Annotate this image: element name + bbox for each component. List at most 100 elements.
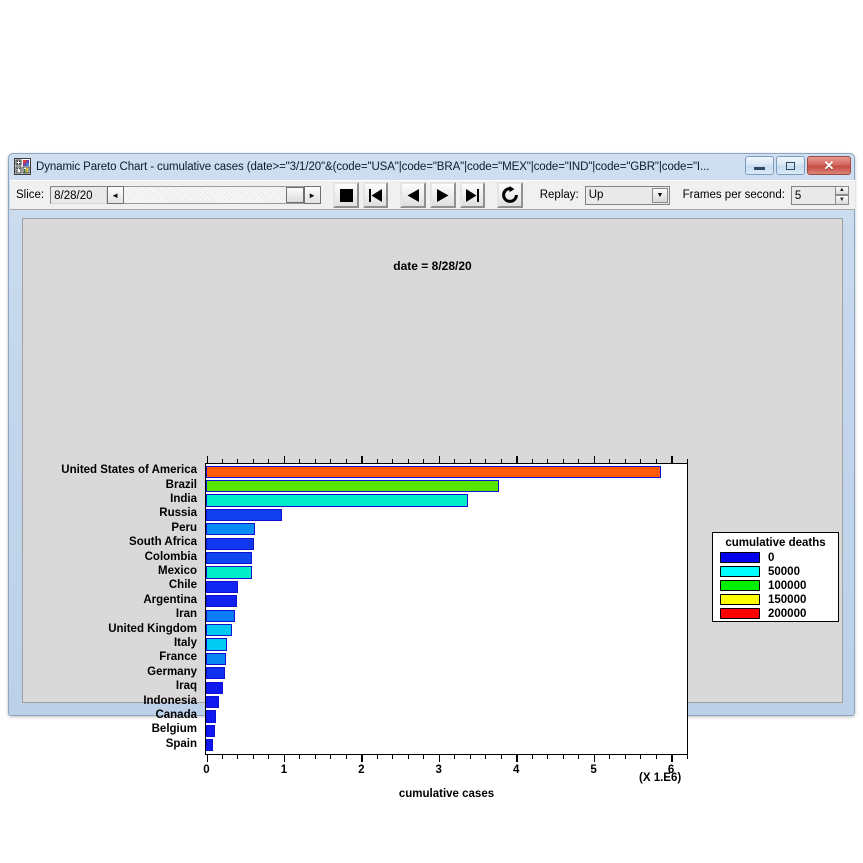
category-label: Italy	[174, 637, 197, 649]
loop-button[interactable]	[497, 182, 523, 208]
x-tick-minor	[485, 755, 486, 759]
play-button[interactable]	[430, 182, 456, 208]
last-frame-button[interactable]	[460, 182, 486, 208]
x-top-tick-minor	[253, 459, 254, 463]
chevron-down-icon[interactable]: ▼	[652, 188, 668, 203]
first-frame-button[interactable]	[363, 182, 389, 208]
category-label: Colombia	[145, 551, 197, 563]
bar[interactable]	[206, 710, 216, 722]
bar[interactable]	[206, 682, 223, 694]
slice-scroll-right-button[interactable]: ►	[304, 186, 321, 204]
bar[interactable]	[206, 581, 238, 593]
x-top-tick-major	[439, 456, 441, 463]
previous-frame-button[interactable]	[400, 182, 426, 208]
legend-swatch	[720, 552, 760, 563]
x-tick-minor	[563, 755, 564, 759]
x-tick-minor	[408, 755, 409, 759]
x-top-tick-minor	[237, 459, 238, 463]
slice-scroll-track[interactable]	[124, 186, 304, 204]
bar[interactable]	[206, 624, 232, 636]
legend-label: 150000	[768, 594, 806, 606]
bar[interactable]	[206, 466, 661, 478]
play-forward-icon	[434, 187, 451, 204]
x-tick-major	[671, 755, 673, 762]
legend-swatch	[720, 566, 760, 577]
bar[interactable]	[206, 638, 227, 650]
category-label: India	[170, 493, 197, 505]
bar[interactable]	[206, 552, 252, 564]
bar[interactable]	[206, 494, 468, 506]
x-top-tick-minor	[222, 459, 223, 463]
x-tick-major	[361, 755, 363, 762]
x-top-tick-minor	[470, 459, 471, 463]
x-top-tick-major	[207, 456, 209, 463]
category-label: Germany	[147, 666, 197, 678]
close-icon: ✕	[824, 159, 835, 172]
x-axis-multiplier-note: (X 1.E6)	[639, 772, 681, 784]
x-top-tick-minor	[609, 459, 610, 463]
x-top-tick-minor	[299, 459, 300, 463]
minimize-icon	[754, 167, 765, 170]
replay-label: Replay:	[540, 189, 579, 201]
x-top-tick-minor	[532, 459, 533, 463]
title-bar[interactable]: Dynamic Pareto Chart - cumulative cases …	[9, 154, 854, 179]
x-top-tick-minor	[423, 459, 424, 463]
bar[interactable]	[206, 610, 235, 622]
screenshot-root: Dynamic Pareto Chart - cumulative cases …	[0, 0, 863, 863]
bar[interactable]	[206, 653, 226, 665]
minimize-button[interactable]	[745, 156, 774, 175]
legend-title: cumulative deaths	[713, 537, 838, 549]
fps-stepper-down[interactable]: ▼	[835, 195, 849, 205]
x-top-tick-minor	[563, 459, 564, 463]
slice-scroll-thumb[interactable]	[286, 187, 304, 203]
x-tick-label: 0	[203, 764, 209, 776]
fps-input[interactable]: 5	[791, 186, 835, 205]
x-top-tick-major	[516, 456, 518, 463]
bar[interactable]	[206, 480, 499, 492]
x-tick-minor	[578, 755, 579, 759]
chart-title: date = 8/28/20	[23, 259, 842, 273]
close-button[interactable]: ✕	[807, 156, 851, 175]
x-tick-minor	[640, 755, 641, 759]
category-label: Canada	[155, 709, 197, 721]
fps-stepper[interactable]: ▲ ▼	[835, 186, 849, 205]
slice-scrollbar[interactable]: ◄ ►	[107, 186, 321, 204]
maximize-button[interactable]	[776, 156, 805, 175]
category-label: South Africa	[129, 536, 197, 548]
x-top-tick-minor	[640, 459, 641, 463]
replay-select[interactable]: Up ▼	[585, 186, 670, 205]
fps-stepper-up[interactable]: ▲	[835, 186, 849, 196]
x-tick-major	[284, 755, 286, 762]
slice-input[interactable]: 8/28/20	[50, 186, 106, 204]
bar[interactable]	[206, 523, 255, 535]
bar[interactable]	[206, 595, 237, 607]
stop-button[interactable]	[333, 182, 359, 208]
category-label: Iraq	[176, 680, 197, 692]
x-top-tick-minor	[268, 459, 269, 463]
bar[interactable]	[206, 667, 225, 679]
x-tick-minor	[547, 755, 548, 759]
category-label: Chile	[169, 579, 197, 591]
plot-area	[205, 463, 688, 755]
x-tick-label: 5	[590, 764, 596, 776]
x-tick-minor	[609, 755, 610, 759]
legend-entry: 200000	[720, 607, 838, 620]
x-tick-minor	[268, 755, 269, 759]
stop-icon	[338, 187, 355, 204]
x-top-tick-minor	[656, 459, 657, 463]
fps-label: Frames per second:	[683, 189, 785, 201]
bar[interactable]	[206, 509, 282, 521]
bar[interactable]	[206, 696, 219, 708]
x-top-tick-minor	[454, 459, 455, 463]
bar[interactable]	[206, 566, 252, 578]
playback-toolbar: Slice: 8/28/20 ◄ ►	[10, 180, 855, 210]
bar[interactable]	[206, 739, 213, 751]
x-top-tick-minor	[330, 459, 331, 463]
bar[interactable]	[206, 725, 215, 737]
bar[interactable]	[206, 538, 254, 550]
skip-forward-icon	[464, 187, 481, 204]
legend-entries: 050000100000150000200000	[713, 551, 838, 620]
slice-scroll-left-button[interactable]: ◄	[107, 186, 124, 204]
x-top-tick-major	[594, 456, 596, 463]
category-label: Indonesia	[143, 695, 197, 707]
